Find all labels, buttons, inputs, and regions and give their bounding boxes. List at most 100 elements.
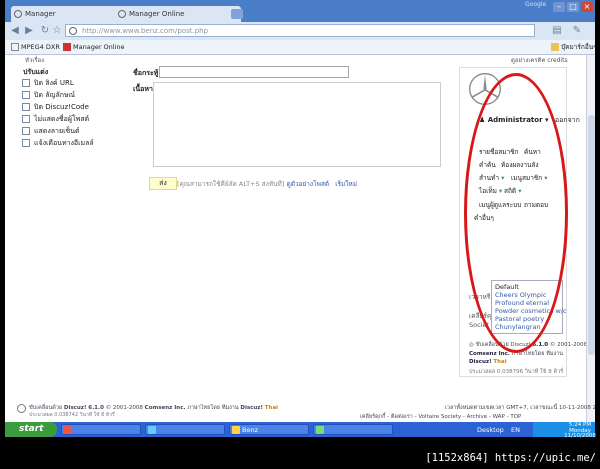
task-button-4[interactable] bbox=[313, 424, 393, 435]
page-footer-links[interactable]: เคลียร์คุกกี้ - ติดต่อเรา - Voltaire Soc… bbox=[360, 413, 521, 421]
style-option[interactable]: Powder cosmetics w/c bbox=[495, 307, 567, 315]
admin-name: Administrator bbox=[487, 116, 543, 124]
subject-input[interactable] bbox=[159, 66, 349, 78]
tab-label: Manager bbox=[25, 10, 56, 18]
style-option[interactable]: Default bbox=[495, 283, 559, 291]
checkbox[interactable] bbox=[22, 103, 30, 111]
translate-text: ภาษาไทยโดย ทีมงาน bbox=[187, 405, 239, 411]
task-button-2[interactable] bbox=[145, 424, 225, 435]
preview-link[interactable]: ดูตัวอย่างโพสต์ bbox=[286, 180, 329, 188]
option-label: แสดงลายเซ็นต์ bbox=[34, 127, 80, 135]
discuz-link[interactable]: Discuz! bbox=[469, 359, 492, 365]
scrollbar-thumb[interactable] bbox=[588, 115, 595, 355]
tab-favicon-icon bbox=[14, 10, 22, 18]
wrench-icon[interactable]: ✎ bbox=[571, 25, 583, 37]
tab-manager-online[interactable]: Manager Online × bbox=[115, 6, 241, 22]
menu-gallery[interactable]: ห้องผลงานลัง bbox=[501, 161, 539, 170]
company-link[interactable]: Comsenz Inc. bbox=[145, 405, 186, 411]
powered-text: ขับเคลื่อนด้วย Discuz! bbox=[475, 342, 531, 348]
option-disable-smilies[interactable]: ปิด ลัญลักษณ์ bbox=[22, 91, 75, 100]
bookmark-label: Manager Online bbox=[73, 43, 125, 51]
thai-link[interactable]: Thai bbox=[265, 405, 278, 411]
top-right-cut-text: ดูอย่างเครดิต credits bbox=[511, 57, 568, 64]
option-label: ไม่แสดงชื่อผู้โพสต์ bbox=[34, 115, 90, 123]
checkbox[interactable] bbox=[22, 91, 30, 99]
version-text: 6.1.0 bbox=[532, 342, 549, 348]
task-button-1[interactable] bbox=[61, 424, 141, 435]
star-icon[interactable]: ☆ bbox=[51, 25, 63, 37]
language-indicator[interactable]: EN bbox=[511, 426, 520, 434]
menu-member[interactable]: เมนูสมาชิก ▾ bbox=[511, 174, 548, 183]
discuz-circle-icon bbox=[17, 404, 26, 413]
close-window-icon[interactable]: × bbox=[581, 2, 593, 12]
bookmark-label: MPEG4 DXR bbox=[21, 43, 60, 51]
menu-member-list[interactable]: รายชื่อสมาชิก bbox=[479, 148, 519, 157]
tab-manager[interactable]: Manager × bbox=[11, 6, 125, 22]
forward-icon[interactable]: ▶ bbox=[23, 25, 35, 37]
app-icon bbox=[64, 426, 72, 434]
task-label: Benz bbox=[242, 426, 258, 434]
page-menu-icon[interactable]: ▤ bbox=[551, 25, 563, 37]
menu-faq[interactable]: ถามตอบ bbox=[524, 201, 548, 210]
new-tab-button[interactable] bbox=[231, 9, 243, 19]
task-button-benz[interactable]: Benz bbox=[229, 424, 309, 435]
maximize-icon[interactable]: □ bbox=[567, 2, 579, 12]
checkbox[interactable] bbox=[22, 139, 30, 147]
google-label: Google bbox=[525, 1, 547, 8]
logout-link[interactable]: ออกจาก bbox=[555, 116, 580, 124]
bookmark-mpeg4[interactable]: MPEG4 DXR bbox=[11, 42, 60, 52]
checkbox[interactable] bbox=[22, 115, 30, 123]
message-textarea[interactable] bbox=[153, 82, 441, 167]
minimize-icon[interactable]: – bbox=[553, 2, 565, 12]
bookmark-manager-online[interactable]: Manager Online bbox=[63, 42, 125, 52]
style-option[interactable]: Profound eternal bbox=[495, 299, 559, 307]
taskbar-clock[interactable]: 5:24 PM Monday 11/10/2008 bbox=[562, 422, 598, 440]
menu-tasks[interactable]: สำนทำ ▾ bbox=[479, 174, 504, 183]
menu-items[interactable]: ไอเท็ม ▾ bbox=[479, 187, 502, 196]
company-link[interactable]: Comsenz Inc. bbox=[469, 351, 510, 357]
menu-admin[interactable]: เมนูผู้ดูแลระบบ bbox=[479, 201, 521, 210]
sidebar-footer-line2: Comsenz Inc. ภาษาไทยโดย ทีมงาน bbox=[469, 350, 563, 358]
option-disable-url[interactable]: ปิด ลิงค์ URL bbox=[22, 79, 74, 88]
menu-label: ไอเท็ม bbox=[479, 187, 497, 195]
page-footer-processed: ประมวลผล 0.038742 วินาที ใช้ 8 คิวรี่ bbox=[29, 412, 115, 418]
menu-search[interactable]: ค้นหา bbox=[524, 148, 541, 157]
style-option[interactable]: Cheers Olympic bbox=[495, 291, 559, 299]
address-bar[interactable]: http://www.www.benz.com/post.php bbox=[65, 24, 535, 37]
mercedes-logo-icon bbox=[469, 73, 501, 105]
address-text: http://www.www.benz.com/post.php bbox=[82, 27, 209, 35]
nav-bar: ◀ ▶ ↻ ☆ http://www.www.benz.com/post.php… bbox=[5, 22, 595, 40]
other-bookmarks[interactable]: บุ๊คมาร์กอื่นๆ bbox=[551, 42, 595, 52]
windows-taskbar: start Benz Desktop EN bbox=[5, 422, 595, 437]
reset-link[interactable]: เริ่มใหม่ bbox=[335, 180, 357, 188]
option-anonymous[interactable]: ไม่แสดงชื่อผู้โพสต์ bbox=[22, 115, 89, 124]
page-scrollbar[interactable] bbox=[586, 55, 595, 422]
option-disable-discuzcode[interactable]: ปิด Discuz!Code bbox=[22, 103, 89, 112]
option-label: ปิด Discuz!Code bbox=[34, 103, 89, 111]
admin-user[interactable]: ♟ Administrator ▾ ออกจาก bbox=[479, 115, 580, 126]
style-option[interactable]: Pastoral poetry bbox=[495, 315, 559, 323]
start-button[interactable]: start bbox=[5, 422, 57, 437]
back-icon[interactable]: ◀ bbox=[9, 25, 21, 37]
hint-text: [คุณสามารถใช้คีย์ลัด ALT+S ส่งทันที] bbox=[177, 180, 285, 188]
send-button[interactable]: ส่ง bbox=[149, 177, 177, 190]
desktop-toolbar[interactable]: Desktop bbox=[477, 426, 504, 434]
style-dropdown: Default Cheers Olympic Profound eternal … bbox=[491, 280, 567, 334]
checkbox[interactable] bbox=[22, 79, 30, 87]
menu-keyword[interactable]: คำค้น bbox=[479, 161, 496, 170]
chevron-down-icon: ▾ bbox=[499, 187, 503, 195]
menu-label: สำนทำ bbox=[479, 174, 499, 182]
message-label: เนื้อหา bbox=[133, 85, 153, 93]
reload-icon[interactable]: ↻ bbox=[39, 25, 51, 37]
top-left-cut-text: หัวเรื่อง bbox=[25, 57, 45, 64]
option-show-signature[interactable]: แสดงลายเซ็นต์ bbox=[22, 127, 80, 136]
checkbox[interactable] bbox=[22, 127, 30, 135]
style-option[interactable]: Chunylangran bbox=[495, 323, 559, 331]
options-title: ปรับแต่ง bbox=[23, 68, 49, 76]
menu-styles[interactable]: คำอื่นๆ bbox=[474, 214, 494, 223]
option-email-notify[interactable]: แจ้งเตือนทางอีเมลล์ bbox=[22, 139, 94, 148]
thai-link[interactable]: Thai bbox=[493, 359, 506, 365]
sidebar-cut-text-2: เคลียร์คุ bbox=[469, 312, 492, 320]
menu-stats[interactable]: สถิติ ▾ bbox=[504, 187, 521, 196]
discuz-link[interactable]: Discuz! bbox=[240, 405, 263, 411]
